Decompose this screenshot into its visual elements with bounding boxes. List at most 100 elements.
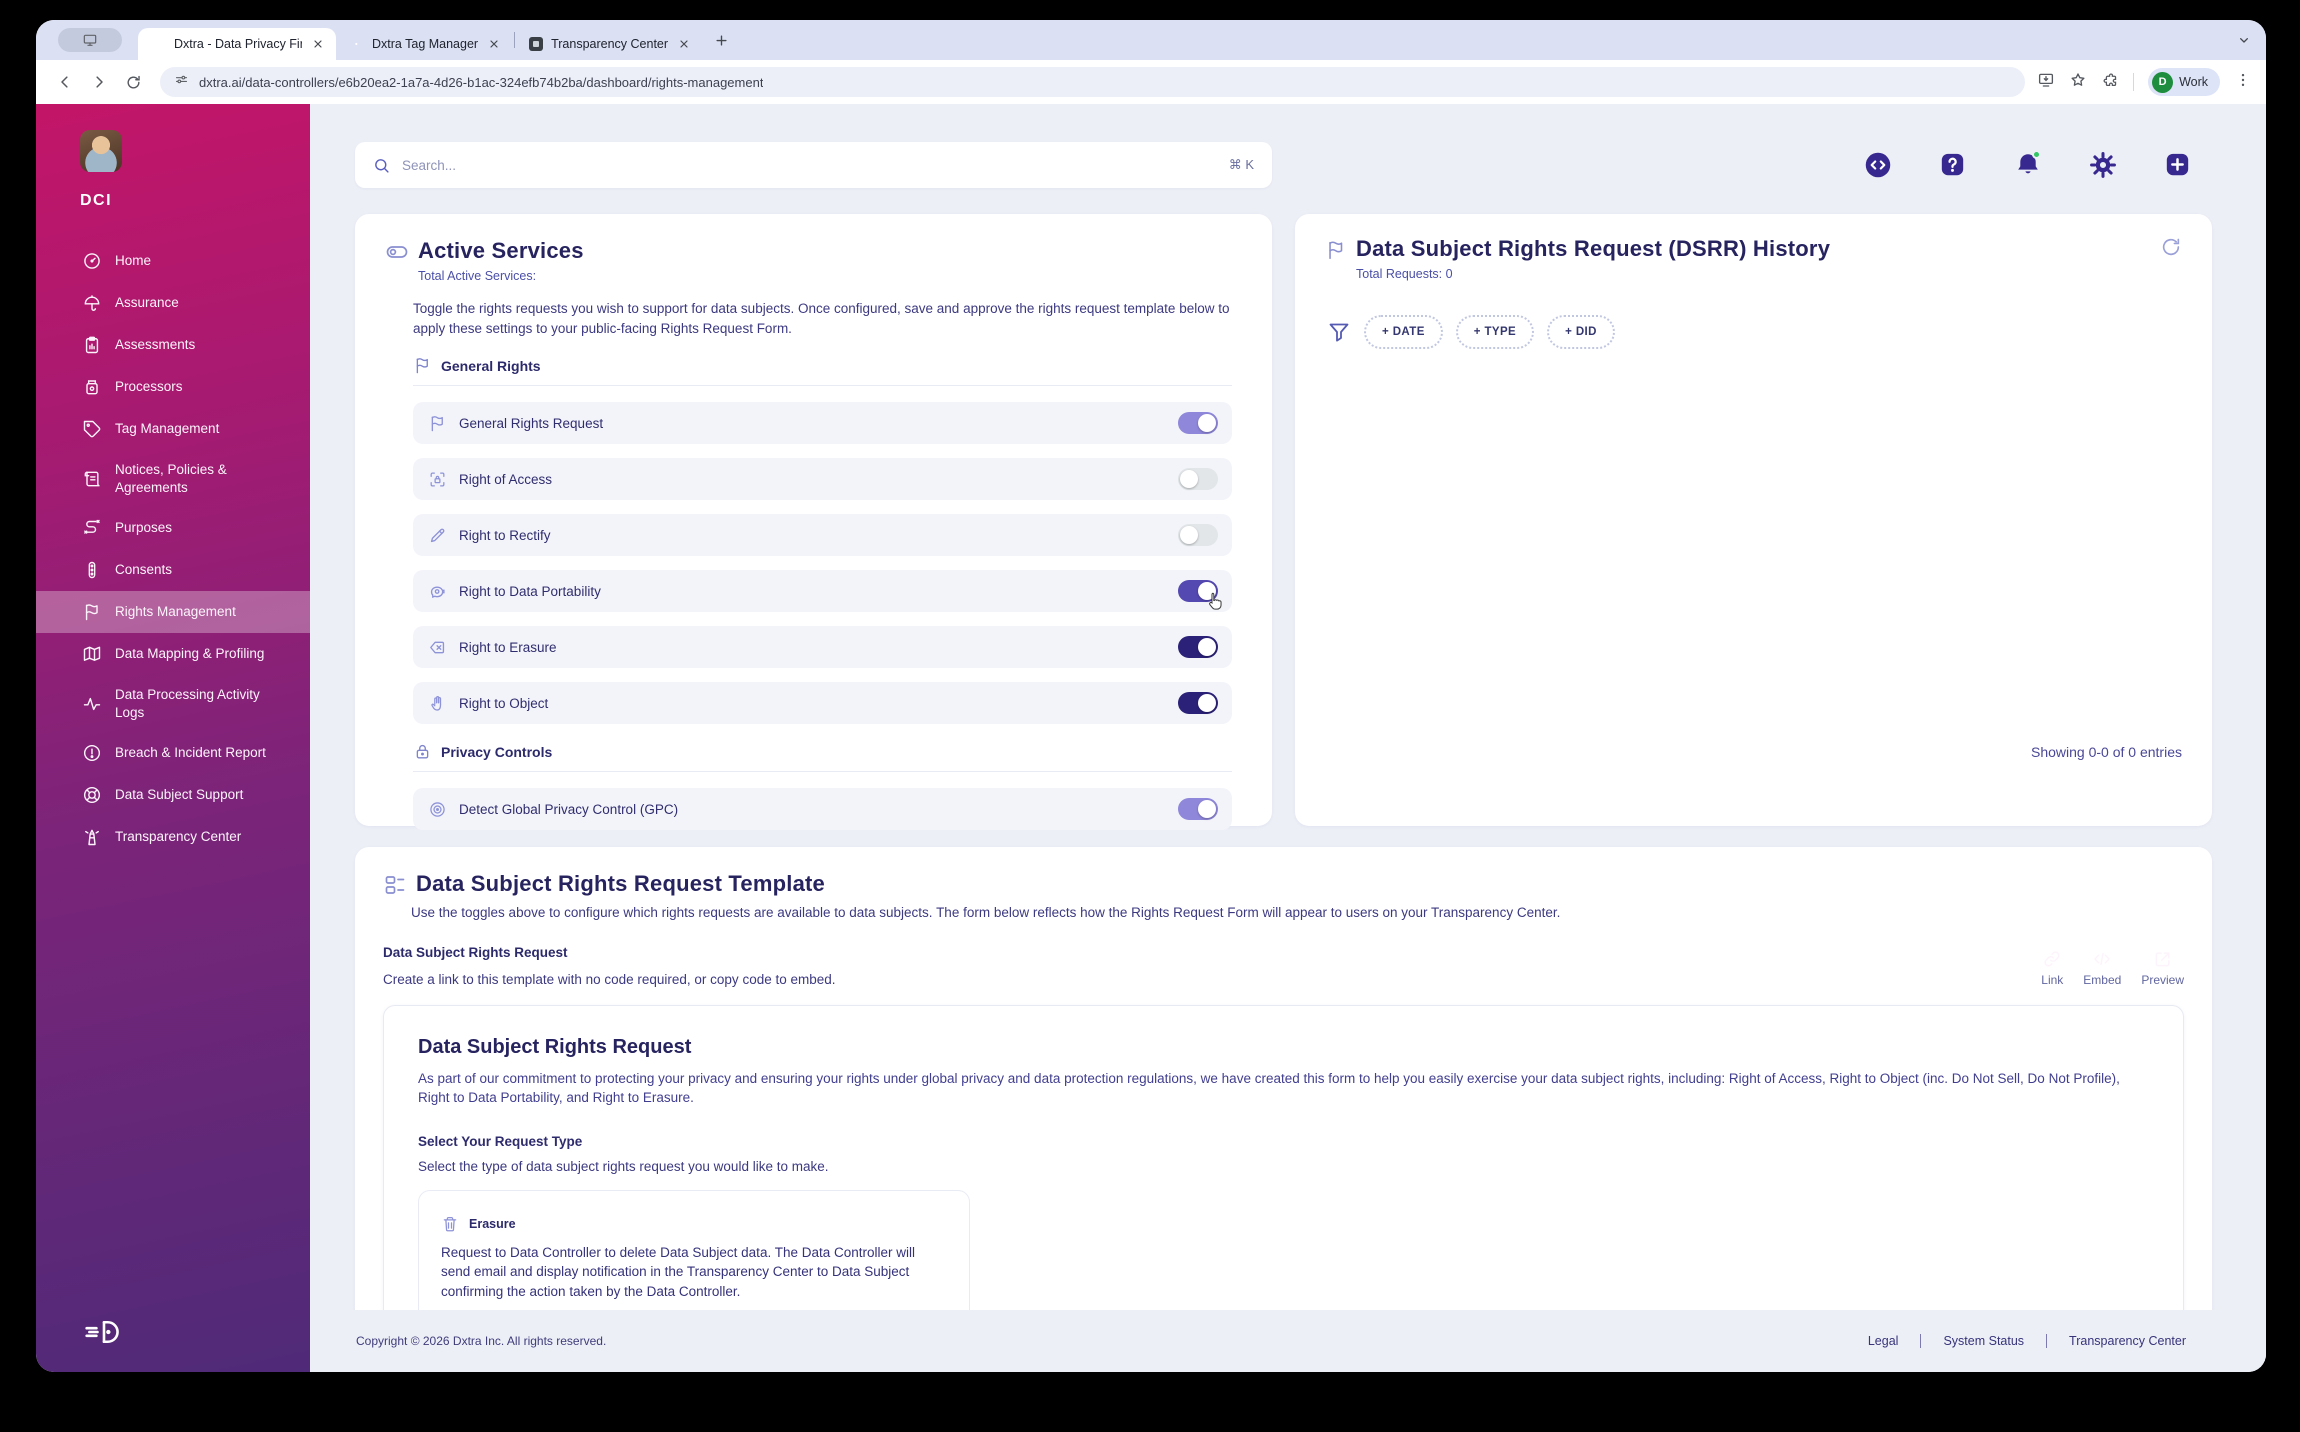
refresh-icon[interactable] (2160, 236, 2182, 258)
sidebar-item-data-mapping[interactable]: Data Mapping & Profiling (36, 633, 310, 675)
pencil-icon (428, 526, 447, 545)
action-label: Embed (2083, 972, 2122, 987)
bookmark-star-icon[interactable] (2069, 71, 2087, 94)
search-bar[interactable]: ⌘ K (355, 142, 1272, 188)
section-label: Privacy Controls (441, 743, 553, 760)
toggle-right-to-rectify[interactable] (1178, 524, 1218, 547)
footer-link-transparency-center[interactable]: Transparency Center (2046, 1334, 2208, 1348)
org-name: DCI (80, 192, 113, 209)
sidebar-item-processors[interactable]: Processors (36, 366, 310, 408)
search-icon (373, 157, 390, 174)
sidebar-item-label: Home (115, 253, 152, 269)
preview-button[interactable]: Preview (2141, 949, 2184, 987)
service-row-right-to-rectify[interactable]: Right to Rectify (413, 514, 1232, 557)
avatar[interactable] (80, 130, 122, 172)
toggle-general-rights-request[interactable] (1178, 412, 1218, 435)
sidebar-item-home[interactable]: Home (36, 240, 310, 282)
new-tab-button[interactable] (708, 27, 734, 53)
service-label: Right to Erasure (459, 639, 557, 655)
filter-funnel-icon[interactable] (1327, 320, 1351, 344)
sidebar-item-data-subject-support[interactable]: Data Subject Support (36, 774, 310, 816)
hand-icon (428, 694, 447, 713)
service-row-right-to-data-portability[interactable]: Right to Data Portability (413, 570, 1232, 613)
sidebar-item-tag-management[interactable]: Tag Management (36, 408, 310, 450)
back-button[interactable] (50, 67, 80, 97)
copyright-text: Copyright © 2026 Dxtra Inc. All rights r… (356, 1334, 607, 1348)
service-row-right-to-erasure[interactable]: Right to Erasure (413, 626, 1232, 669)
service-row-gpc[interactable]: Detect Global Privacy Control (GPC) (413, 788, 1232, 831)
tab-close-icon[interactable] (486, 36, 502, 52)
link-icon (2042, 949, 2062, 969)
browser-tab-strip: Dxtra - Data Privacy First Dxtra Tag Man… (36, 20, 2266, 60)
active-services-card: Active Services Total Active Services: T… (355, 214, 1272, 831)
sidebar-item-label: Notices, Policies & Agreements (115, 462, 227, 495)
portability-icon (428, 582, 447, 601)
app-footer: Copyright © 2026 Dxtra Inc. All rights r… (310, 1310, 2266, 1372)
url-bar[interactable]: dxtra.ai/data-controllers/e6b20ea2-1a7a-… (160, 67, 2026, 97)
dsrr-total-requests: Total Requests: 0 (1356, 267, 1453, 281)
footer-link-legal[interactable]: Legal (1846, 1334, 1921, 1348)
forward-button[interactable] (84, 67, 114, 97)
service-row-right-to-object[interactable]: Right to Object (413, 682, 1232, 725)
menu-dots-icon[interactable] (2234, 71, 2252, 94)
erasure-option-card[interactable]: Erasure Request to Data Controller to de… (418, 1189, 970, 1327)
toggle-right-to-erasure[interactable] (1178, 636, 1218, 659)
tab-list-chevron-icon[interactable] (2236, 32, 2252, 53)
profile-chip[interactable]: D Work (2148, 68, 2220, 96)
action-label: Preview (2141, 972, 2184, 987)
active-services-title: Active Services (418, 238, 584, 263)
footer-links: Legal System Status Transparency Center (1846, 1334, 2208, 1348)
developer-code-button[interactable] (1864, 151, 1892, 179)
toggle-gpc[interactable] (1178, 798, 1218, 821)
tab-close-icon[interactable] (676, 36, 692, 52)
add-button[interactable] (2164, 151, 2192, 179)
embed-code-icon (2092, 949, 2112, 969)
extensions-icon[interactable] (2101, 71, 2119, 94)
sidebar-item-transparency-center[interactable]: Transparency Center (36, 816, 310, 858)
service-row-right-of-access[interactable]: Right of Access (413, 458, 1232, 501)
tab-close-icon[interactable] (310, 36, 326, 52)
toggle-right-to-object[interactable] (1178, 692, 1218, 715)
sidebar-item-breach-report[interactable]: Breach & Incident Report (36, 732, 310, 774)
url-text: dxtra.ai/data-controllers/e6b20ea2-1a7a-… (199, 74, 764, 90)
site-settings-icon[interactable] (174, 72, 189, 92)
sidebar-item-rights-management[interactable]: Rights Management (36, 591, 310, 634)
sidebar-item-notices-policies[interactable]: Notices, Policies & Agreements (36, 450, 310, 507)
embed-button[interactable]: Embed (2083, 949, 2121, 987)
sidebar-item-consents[interactable]: Consents (36, 549, 310, 591)
sidebar-item-purposes[interactable]: Purposes (36, 507, 310, 549)
tag-icon (82, 419, 102, 439)
dsrr-filters: + DATE + TYPE + DID (1327, 315, 2182, 349)
service-row-general-rights-request[interactable]: General Rights Request (413, 402, 1232, 445)
search-input[interactable] (402, 157, 1217, 173)
sidebar-item-activity-logs[interactable]: Data Processing Activity Logs (36, 675, 310, 732)
filter-type-button[interactable]: + TYPE (1455, 315, 1535, 349)
select-request-type-label: Select Your Request Type (418, 1133, 583, 1149)
cursor-pointer-icon (1204, 590, 1226, 612)
toggle-right-of-access[interactable] (1178, 468, 1218, 491)
dxtra-logo (36, 1301, 310, 1372)
install-icon[interactable] (2037, 71, 2055, 94)
filter-date-button[interactable]: + DATE (1364, 315, 1443, 349)
request-section-label: Data Subject Rights Request (383, 944, 568, 960)
sidebar-item-label: Tag Management (115, 421, 220, 437)
trash-icon (441, 1215, 459, 1233)
notifications-bell-icon[interactable] (2014, 150, 2042, 179)
tab-transparency-center[interactable]: Transparency Center (517, 28, 702, 60)
tab-search-pill[interactable] (58, 28, 122, 52)
link-button[interactable]: Link (2041, 949, 2063, 987)
footer-link-system-status[interactable]: System Status (1920, 1334, 2046, 1348)
sidebar-item-assurance[interactable]: Assurance (36, 282, 310, 324)
filter-did-button[interactable]: + DID (1547, 315, 1615, 349)
reload-button[interactable] (118, 67, 148, 97)
sidebar-item-label: Assessments (115, 337, 196, 353)
service-label: General Rights Request (459, 415, 604, 431)
sidebar-item-label: Breach & Incident Report (115, 745, 266, 761)
help-button[interactable] (1939, 151, 1967, 179)
sidebar-item-assessments[interactable]: Assessments (36, 324, 310, 366)
tab-dxtra-data-privacy[interactable]: Dxtra - Data Privacy First (138, 28, 336, 60)
umbrella-icon (82, 293, 102, 313)
tab-dxtra-tag-manager[interactable]: Dxtra Tag Manager (336, 28, 512, 60)
settings-gear-icon[interactable] (2089, 151, 2117, 179)
broadcast-icon (428, 800, 447, 819)
